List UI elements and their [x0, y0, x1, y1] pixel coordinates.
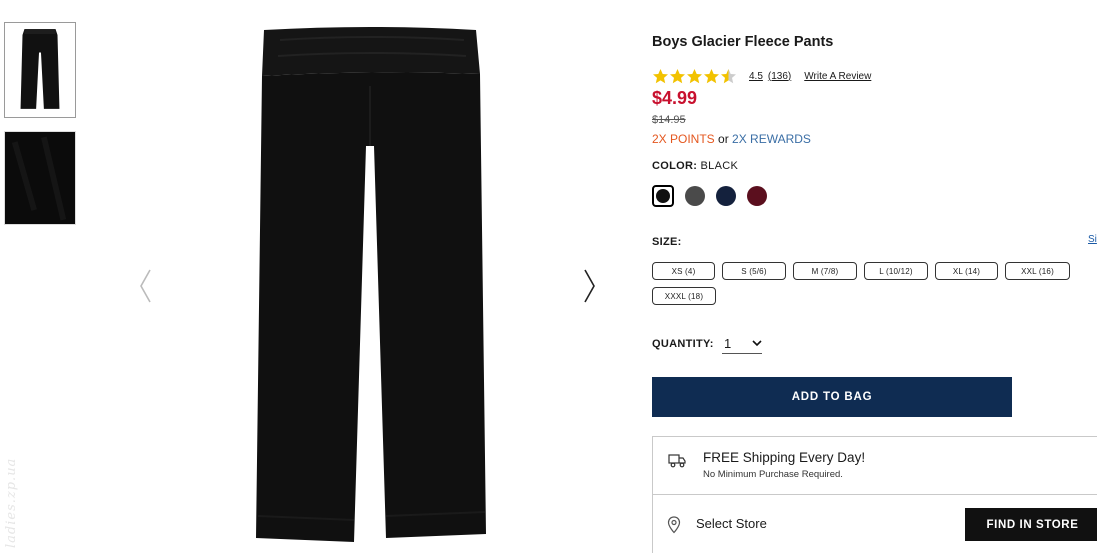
size-option-m[interactable]: M (7/8) — [793, 262, 857, 280]
size-option-s[interactable]: S (5/6) — [722, 262, 786, 280]
rewards-text: 2X REWARDS — [732, 132, 811, 146]
points-or-text: or — [714, 132, 733, 146]
size-option-xxl[interactable]: XXL (16) — [1005, 262, 1070, 280]
quantity-label: QUANTITY: — [652, 338, 714, 350]
original-price: $14.95 — [652, 114, 686, 126]
selected-color-name: BLACK — [700, 160, 739, 172]
size-option-xl[interactable]: XL (14) — [935, 262, 998, 280]
size-option-xxxl[interactable]: XXXL (18) — [652, 287, 716, 305]
sale-price: $4.99 — [652, 88, 698, 108]
color-label: COLOR: BLACK — [652, 160, 738, 172]
size-option-xs[interactable]: XS (4) — [652, 262, 715, 280]
size-guide-link[interactable]: Si — [1088, 234, 1097, 245]
add-to-bag-button[interactable]: ADD TO BAG — [652, 377, 1012, 417]
color-swatch-burgundy[interactable] — [747, 186, 767, 206]
find-in-store-button[interactable]: FIND IN STORE — [965, 508, 1097, 541]
star-icon — [721, 68, 736, 83]
star-icon — [653, 68, 668, 83]
write-review-link[interactable]: Write A Review — [804, 71, 871, 82]
swatch-dot — [656, 189, 670, 203]
rating-row: 4.5 (136) Write A Review — [652, 66, 871, 86]
product-main-image — [250, 26, 490, 548]
quantity-value: 1 — [724, 336, 732, 351]
free-shipping-title: FREE Shipping Every Day! — [703, 450, 866, 465]
star-icon — [670, 68, 685, 83]
star-rating[interactable] — [652, 68, 737, 85]
star-icon — [704, 68, 719, 83]
fulfillment-divider — [652, 494, 1097, 495]
color-swatches — [652, 185, 778, 207]
color-swatch-charcoal[interactable] — [685, 186, 705, 206]
color-swatch-navy[interactable] — [716, 186, 736, 206]
free-shipping-subtitle: No Minimum Purchase Required. — [703, 469, 843, 480]
previous-image-arrow-icon[interactable] — [136, 266, 154, 306]
pants-thumbnail-image — [20, 29, 60, 109]
truck-icon — [667, 450, 687, 470]
color-swatch-black[interactable] — [652, 185, 674, 207]
quantity-select[interactable]: 1 — [722, 334, 762, 354]
color-label-title: COLOR: — [652, 160, 698, 172]
next-image-arrow-icon[interactable] — [581, 266, 599, 306]
select-store-link[interactable]: Select Store — [696, 516, 767, 531]
points-text: 2X POINTS — [652, 132, 715, 146]
rewards-promo: 2X POINTS or 2X REWARDS — [652, 132, 811, 146]
star-icon — [687, 68, 702, 83]
product-title: Boys Glacier Fleece Pants — [652, 34, 834, 50]
location-pin-icon — [667, 516, 681, 534]
thumbnail-front[interactable] — [4, 22, 76, 118]
chevron-down-icon — [752, 340, 762, 347]
size-label: SIZE: — [652, 236, 682, 248]
rating-value[interactable]: 4.5 — [749, 71, 763, 82]
fabric-thumbnail-image — [5, 132, 75, 224]
thumbnail-fabric-detail[interactable] — [4, 131, 76, 225]
watermark-text: ladies.zp.ua — [4, 457, 19, 548]
size-option-l[interactable]: L (10/12) — [864, 262, 928, 280]
review-count-link[interactable]: (136) — [768, 71, 791, 82]
